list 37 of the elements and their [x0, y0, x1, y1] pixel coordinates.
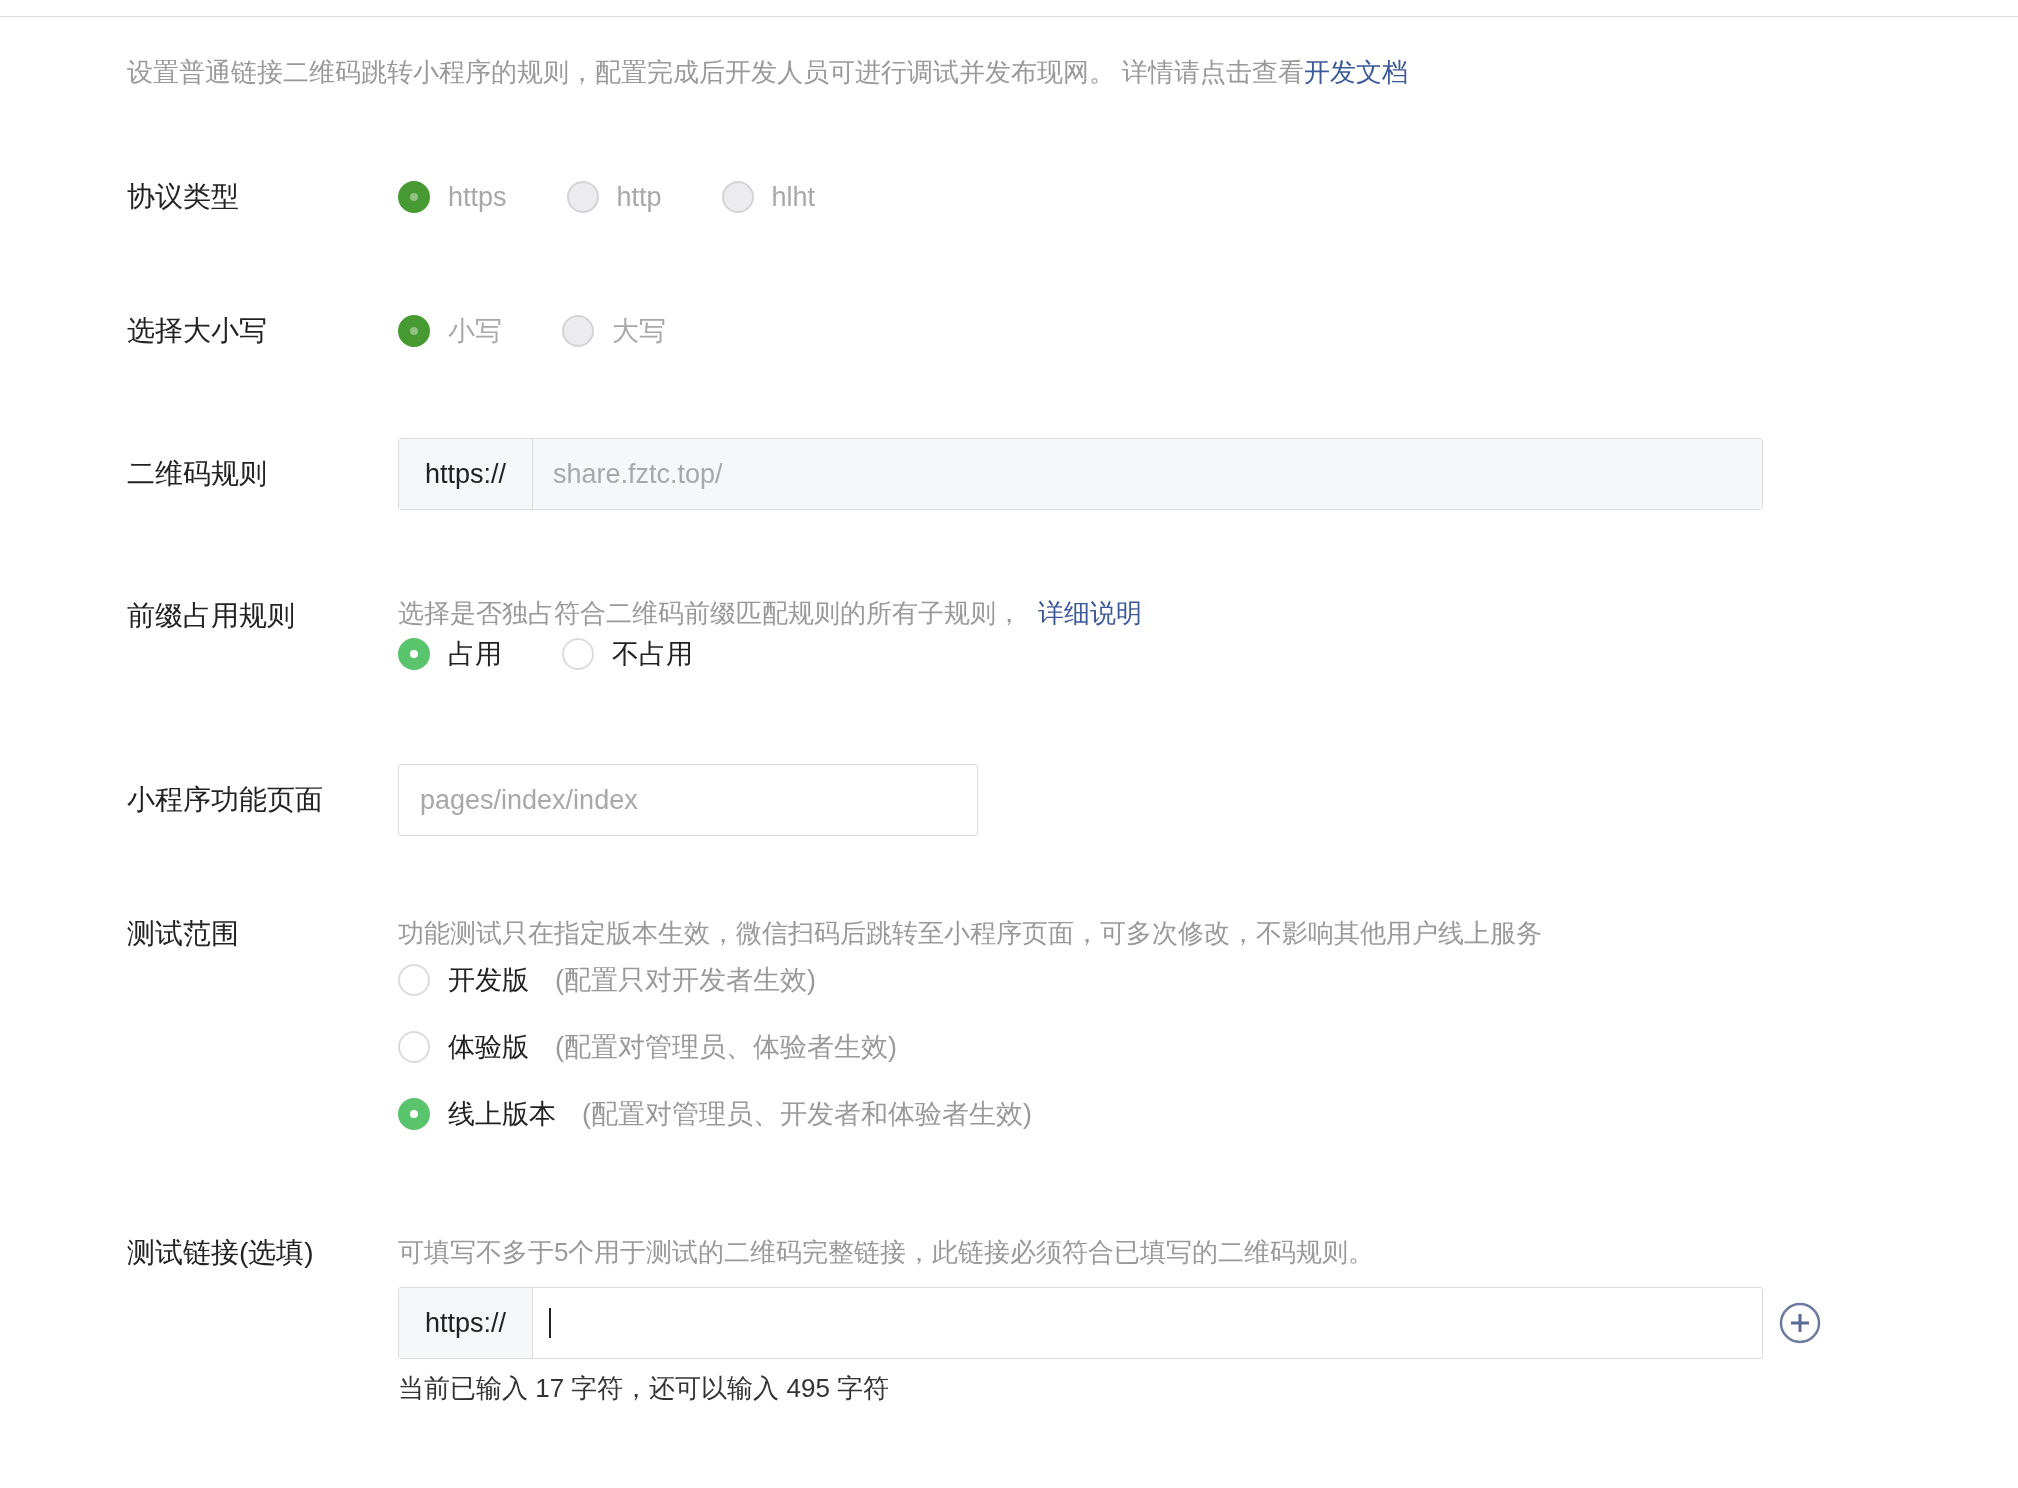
hint-text: 可填写不多于5个用于测试的二维码完整链接，此链接必须符合已填写的二维码规则。 — [398, 1236, 1376, 1269]
hint-text: 功能测试只在指定版本生效，微信扫码后跳转至小程序页面，可多次修改，不影响其他用户线上服务 — [398, 917, 1542, 950]
field-label: 小程序功能页面 — [127, 784, 324, 816]
field-label: 前缀占用规则 — [127, 600, 296, 632]
option-note: (配置对管理员、开发者和体验者生效) — [582, 1098, 1032, 1130]
docs-link[interactable]: 开发文档 — [1304, 57, 1409, 87]
text-cursor-icon — [549, 1308, 551, 1338]
character-counter: 当前已输入 17 字符，还可以输入 495 字符 — [398, 1372, 891, 1405]
url-input-field[interactable]: https:// — [398, 1287, 1763, 1359]
details-link[interactable]: 详细说明 — [1038, 596, 1142, 630]
option-note: (配置对管理员、体验者生效) — [555, 1031, 897, 1063]
radio-label: 开发版 — [448, 964, 529, 996]
field-label: 选择大小写 — [127, 315, 268, 347]
radio-label: 大写 — [612, 315, 666, 347]
radio-label: https — [448, 181, 507, 213]
input-prefix: https:// — [399, 1288, 533, 1358]
radio-label: 体验版 — [448, 1031, 529, 1063]
add-icon[interactable] — [1779, 1302, 1821, 1344]
field-label: 测试范围 — [127, 918, 240, 950]
field-label: 测试链接(选填) — [127, 1237, 315, 1269]
radio-button[interactable] — [398, 1098, 430, 1130]
radio-button[interactable] — [398, 638, 430, 670]
input-prefix: https:// — [399, 439, 533, 509]
option-note: (配置只对开发者生效) — [555, 964, 816, 996]
radio-label: http — [616, 181, 662, 213]
radio-label: 不占用 — [612, 638, 693, 670]
input-placeholder: pages/index/index — [420, 783, 638, 817]
hint-text: 选择是否独占符合二维码前缀匹配规则的所有子规则， — [398, 597, 1022, 630]
url-input-field[interactable]: https:// share.fztc.top/ — [398, 438, 1763, 510]
field-label: 协议类型 — [127, 181, 240, 213]
description-text: 设置普通链接二维码跳转小程序的规则，配置完成后开发人员可进行调试并发布现网。 详情请点击查看开发文档 — [127, 56, 1410, 89]
field-label: 二维码规则 — [127, 458, 268, 490]
radio-label: 小写 — [448, 315, 502, 347]
radio-label: 占用 — [448, 638, 502, 670]
radio-label: hlht — [771, 181, 816, 213]
input-placeholder: share.fztc.top/ — [553, 457, 723, 491]
radio-label: 线上版本 — [448, 1098, 556, 1130]
